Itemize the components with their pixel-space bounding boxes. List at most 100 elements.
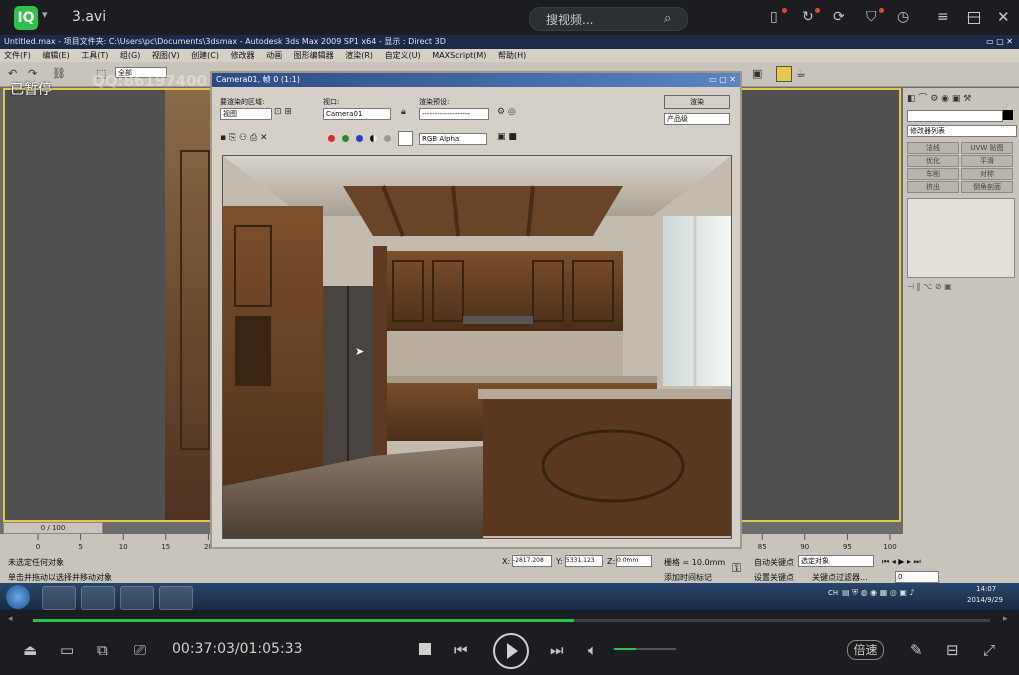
channel-select[interactable]: RGB Alpha [419, 133, 487, 145]
set-key-button[interactable]: 设置关键点 [754, 572, 794, 583]
chevron-down-icon[interactable]: ▾ [42, 8, 48, 21]
panel-tabs[interactable]: ◧ ⌒ ⚙ ◉ ▣ ⚒ [907, 91, 1015, 104]
taskbar-app-explorer[interactable] [120, 586, 154, 610]
taskbar-app-nvidia[interactable] [159, 586, 193, 610]
menu-edit[interactable]: 编辑(E) [42, 51, 69, 60]
menu-icon[interactable]: ≡ [937, 9, 949, 25]
history-icon[interactable]: ◷ [897, 9, 909, 25]
play-button[interactable] [493, 633, 529, 669]
key-filters-button[interactable]: 关键点过滤器... [812, 572, 868, 583]
y-coordinate[interactable]: 5331.123 [565, 555, 603, 567]
production-select[interactable]: 产品级 [664, 113, 730, 125]
x-coordinate[interactable]: -2817.208 [512, 555, 552, 567]
link-icon[interactable]: ⛓ [52, 67, 66, 80]
refresh-icon[interactable]: ↻ [802, 9, 814, 25]
skin-icon[interactable]: ⛉ [866, 9, 877, 25]
menu-modifiers[interactable]: 修改器 [231, 51, 255, 60]
share-icon[interactable]: ⟳ [833, 9, 845, 25]
save-icon[interactable]: ▪ ⎘ ⚇ ⎙ ✕ [220, 133, 268, 143]
viewport-select[interactable]: Camera01 [323, 108, 391, 120]
menu-rendering[interactable]: 渲染(R) [345, 51, 373, 60]
maximize-icon[interactable] [968, 12, 980, 24]
blue-channel-icon[interactable] [356, 135, 363, 142]
red-channel-icon[interactable] [328, 135, 335, 142]
quick-render-icon[interactable]: ☕ [796, 67, 806, 80]
start-button[interactable] [6, 585, 30, 609]
clipboard-icon[interactable]: ▯ [770, 9, 778, 25]
subtitle-icon[interactable]: ▭ [60, 641, 74, 659]
playback-time: 00:37:03/01:05:33 [172, 641, 303, 657]
forward-arrow-icon[interactable]: ▸ [1003, 614, 1008, 624]
toolbox-icon[interactable]: ⊟ [946, 641, 959, 659]
render-button[interactable]: 渲染 [664, 95, 730, 109]
taskbar-app-3dsmax[interactable] [81, 586, 115, 610]
lock-icon[interactable]: 🔒︎ [401, 107, 406, 117]
menu-group[interactable]: 组(G) [120, 51, 140, 60]
stop-button[interactable] [419, 643, 431, 655]
next-icon[interactable]: ⏭ [550, 641, 564, 659]
key-icon[interactable]: ⚿ [732, 561, 741, 576]
search-icon[interactable]: ⌕ [664, 11, 671, 26]
render-setup-icon[interactable]: ⚙ ◎ [497, 107, 516, 117]
mod-button-lathe[interactable]: 车削 [907, 168, 959, 180]
color-swatch[interactable] [398, 131, 413, 146]
mod-button-extrude[interactable]: 挤出 [907, 181, 959, 193]
render-setup-icon[interactable]: ▣ [752, 67, 762, 80]
search-input[interactable] [544, 11, 658, 29]
current-frame-field[interactable]: 0 [895, 571, 939, 583]
render-window-controls[interactable]: ▭ ▢ ✕ [709, 73, 736, 87]
mono-channel-icon[interactable] [384, 135, 391, 142]
progress-fill [33, 619, 574, 622]
previous-icon[interactable]: ⏮ [454, 641, 468, 659]
playback-controls[interactable]: ⏮ ◂ ▶ ▸ ⏭ [882, 557, 921, 567]
auto-key-button[interactable]: 自动关键点 [754, 557, 794, 568]
add-time-tag[interactable]: 添加时间标记 [664, 572, 712, 583]
eject-icon[interactable]: ⏏ [23, 641, 37, 659]
mod-button-uvw[interactable]: UVW 贴图 [961, 142, 1013, 154]
rewind-arrow-icon[interactable]: ◂ [8, 614, 13, 624]
language-indicator[interactable]: CH [828, 589, 838, 597]
edit-region-icon[interactable]: ⊡ ⊞ [274, 107, 292, 117]
fullscreen-icon[interactable]: ⤢ [983, 641, 995, 659]
alpha-channel-icon[interactable] [370, 135, 377, 142]
speed-button[interactable]: 倍速 [847, 640, 884, 660]
menu-graph-editors[interactable]: 图形编辑器 [294, 51, 334, 60]
menu-views[interactable]: 视图(V) [152, 51, 180, 60]
cast-icon[interactable]: ⎚ [134, 641, 146, 659]
object-color-swatch[interactable] [1003, 110, 1013, 120]
max-window-controls[interactable]: ▭ ▢ ✕ [986, 35, 1013, 49]
object-name-field[interactable] [907, 110, 1003, 122]
menu-customize[interactable]: 自定义(U) [385, 51, 421, 60]
menu-help[interactable]: 帮助(H) [498, 51, 526, 60]
mod-button-smooth[interactable]: 平滑 [961, 155, 1013, 167]
menu-create[interactable]: 创建(C) [191, 51, 219, 60]
preset-select[interactable]: ------------------- [419, 108, 489, 120]
selected-object-select[interactable]: 选定对象 [798, 555, 874, 567]
effects-icon[interactable]: ✎ [910, 641, 923, 659]
video-frame[interactable]: Untitled.max - 项目文件夹: C:\Users\pc\Docume… [0, 35, 1019, 610]
rendered-kitchen-image[interactable] [222, 155, 732, 539]
close-icon[interactable]: ✕ [997, 8, 1010, 26]
green-channel-icon[interactable] [342, 135, 349, 142]
stack-tools[interactable]: ⊣ ‖ ⌥ ⊘ ▣ [907, 282, 1013, 294]
area-select[interactable]: 视图 [220, 108, 272, 120]
menu-file[interactable]: 文件(F) [4, 51, 31, 60]
modifier-list[interactable]: 修改器列表 [907, 125, 1017, 137]
time-slider[interactable]: 0 / 100 [3, 522, 103, 534]
z-coordinate[interactable]: 0.0mm [616, 555, 652, 567]
menu-maxscript[interactable]: MAXScript(M) [432, 51, 486, 60]
mod-button-symmetry[interactable]: 对称 [961, 168, 1013, 180]
modifier-stack[interactable] [907, 198, 1015, 278]
display-toggle-icon[interactable]: ▣ ■ [497, 132, 517, 142]
menu-tools[interactable]: 工具(T) [81, 51, 108, 60]
screenshot-icon[interactable]: ⧉ [97, 641, 108, 659]
taskbar-app-browser[interactable] [42, 586, 76, 610]
app-logo[interactable]: IQ [14, 6, 38, 30]
mod-button-optimize[interactable]: 优化 [907, 155, 959, 167]
menu-animation[interactable]: 动画 [266, 51, 282, 60]
mod-button-normal[interactable]: 法线 [907, 142, 959, 154]
render-frame-icon[interactable] [776, 66, 792, 82]
volume-icon[interactable]: 🔈︎ [588, 641, 597, 659]
tray-icons[interactable]: ▤ ⛨ ◍ ◉ ▦ ◎ ▣ ♪ [842, 588, 915, 598]
mod-button-bevel-profile[interactable]: 倒角剖面 [961, 181, 1013, 193]
